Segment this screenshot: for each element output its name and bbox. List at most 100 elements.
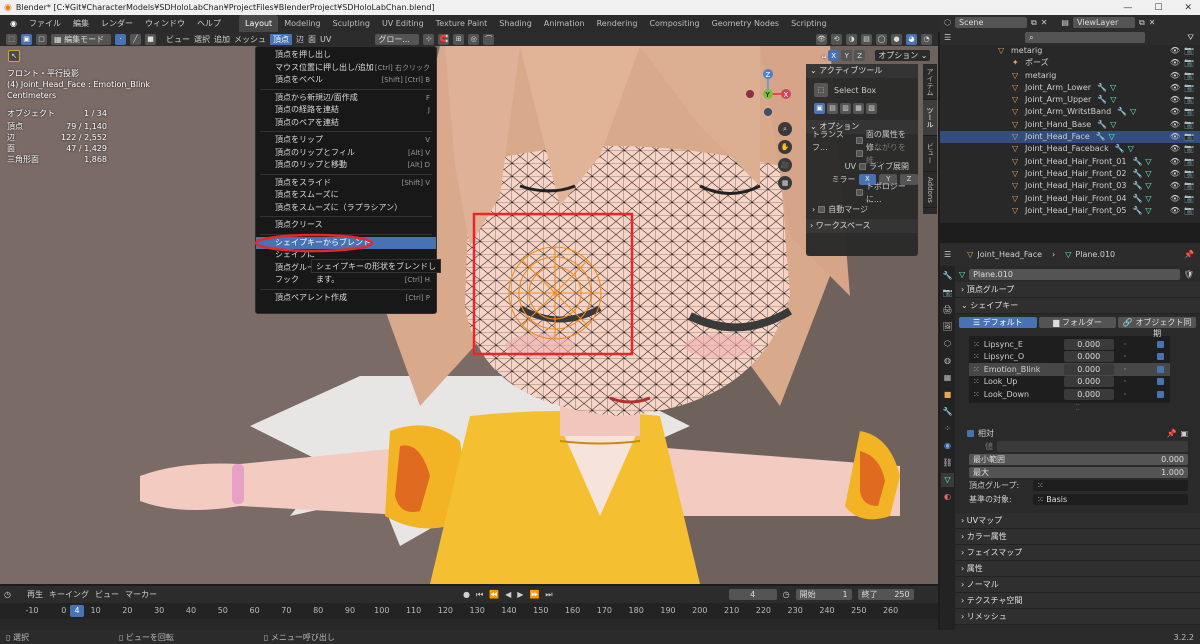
shape-key-row[interactable]: ⁙ Lipsync_E 0.000 · <box>969 338 1170 351</box>
outliner-item[interactable]: ▽ Joint_Arm_Upper 🔧 ▽ 👁 📷 <box>940 94 1200 106</box>
topology-mirror-checkbox[interactable] <box>856 189 863 196</box>
eye-icon[interactable]: 👁 <box>1170 205 1180 217</box>
shape-key-row[interactable]: ⁙ Look_Up 0.000 · <box>969 376 1170 389</box>
tab-uv-editing[interactable]: UV Editing <box>376 15 430 32</box>
property-section[interactable]: › UVマップ <box>955 512 1200 529</box>
value-field[interactable] <box>997 440 1188 452</box>
3d-viewport[interactable]: Z X Y ⌕ ✋ 🎥 ▦ ⧢ X Y Z オプション ⌄ ↖ <box>0 46 938 584</box>
camera-render-icon[interactable]: 📷 <box>1184 57 1194 69</box>
modifier-tab-icon[interactable]: 🔧 <box>943 405 953 419</box>
menu-item[interactable]: 頂点のリップと移動 [Alt] D <box>256 159 436 172</box>
select-box-tool-icon[interactable]: ⬚ <box>814 83 828 97</box>
gizmo-icon[interactable]: ⟲ <box>831 33 842 45</box>
visibility-icon[interactable]: 👁 <box>816 33 827 45</box>
close-icon[interactable]: ✕ <box>1184 3 1192 13</box>
eye-icon[interactable]: 👁 <box>1170 57 1180 69</box>
camera-icon[interactable]: 🎥 <box>778 158 792 172</box>
shading-rendered-icon[interactable]: ◔ <box>921 33 932 45</box>
menu-file[interactable]: ファイル <box>23 15 67 32</box>
camera-render-icon[interactable]: 📷 <box>1184 106 1194 118</box>
proportional-edit-icon[interactable]: ◎ <box>468 33 480 45</box>
editor-type-icon[interactable]: ⬚ <box>6 33 17 45</box>
menu-vertex[interactable]: 頂点 <box>270 33 292 45</box>
sidebar-tab-view[interactable]: ビュー <box>923 136 937 172</box>
tab-sculpting[interactable]: Sculpting <box>327 15 376 32</box>
sk-tab-folder[interactable]: ▆ フォルダー <box>1038 316 1117 328</box>
end-frame-field[interactable]: 終了 250 <box>857 589 914 600</box>
shape-key-mute-checkbox[interactable] <box>1157 353 1164 361</box>
mode-set-icon[interactable]: ▣ <box>814 102 825 114</box>
eye-icon[interactable]: 👁 <box>1170 193 1180 205</box>
outliner-item[interactable]: ▽ Joint_Arm_Lower 🔧 ▽ 👁 📷 <box>940 82 1200 94</box>
menu-uv[interactable]: UV <box>320 35 331 44</box>
pin-shape-icon[interactable]: 📌 <box>1166 429 1176 438</box>
property-section[interactable]: › リメッシュ <box>955 608 1200 625</box>
menu-item[interactable]: 頂点ペアレント作成 [Ctrl] P <box>256 292 436 305</box>
property-section[interactable]: › フェイスマップ <box>955 544 1200 561</box>
shape-key-value[interactable]: 0.000 <box>1063 351 1114 363</box>
outliner-item[interactable]: ▽ metarig 👁 📷 <box>940 45 1200 57</box>
tab-geometry-nodes[interactable]: Geometry Nodes <box>706 15 785 32</box>
camera-render-icon[interactable]: 📷 <box>1184 168 1194 180</box>
outliner-item[interactable]: ✦ ポーズ 👁 📷 <box>940 57 1200 69</box>
range-min-field[interactable]: 最小範囲 0.000 <box>969 453 1188 465</box>
eye-icon[interactable]: 👁 <box>1170 156 1180 168</box>
timeline-ruler[interactable]: -10 0 10 20 30 40 50 60 70 80 90 100 110 120 130 140 150… <box>0 603 938 619</box>
object-tab-icon[interactable]: ■ <box>944 388 952 402</box>
data-tab-icon[interactable]: ▽ <box>941 473 954 487</box>
mirror-z-toggle[interactable]: Z <box>854 50 866 61</box>
next-key-icon[interactable]: ⏩ <box>529 590 539 599</box>
shape-key-row[interactable]: ⁙ Emotion_Blink 0.000 · <box>969 363 1170 376</box>
shape-keys-section[interactable]: ⌄ シェイプキー <box>955 298 1200 314</box>
shape-key-value[interactable]: 0.000 <box>1063 363 1114 375</box>
menu-view[interactable]: ビュー <box>166 34 190 45</box>
sidebar-tab-item[interactable]: アイテム <box>923 64 937 100</box>
camera-render-icon[interactable]: 📷 <box>1184 119 1194 131</box>
camera-render-icon[interactable]: 📷 <box>1184 82 1194 94</box>
xray-icon[interactable]: ▤ <box>861 33 872 45</box>
sidebar-tab-addons[interactable]: Addons <box>923 172 937 208</box>
scene-selector[interactable]: Scene <box>954 17 1027 28</box>
start-frame-field[interactable]: 開始 1 <box>795 589 852 600</box>
sk-tab-object-sync[interactable]: 🔗 オブジェクト同期 <box>1118 316 1197 338</box>
shape-key-value[interactable]: 0.000 <box>1063 338 1114 350</box>
camera-render-icon[interactable]: 📷 <box>1184 131 1194 143</box>
edge-select-icon[interactable]: ╱ <box>130 33 141 45</box>
shape-key-list[interactable]: ⁙ Lipsync_E 0.000 · ⁙ Lipsync_O 0.000 · ⁙ Emotion… <box>969 336 1170 403</box>
relative-checkbox[interactable] <box>967 429 974 437</box>
mesh-name-field[interactable]: Plane.010 <box>969 268 1180 280</box>
eye-icon[interactable]: 👁 <box>1170 131 1180 143</box>
menu-render[interactable]: レンダー <box>95 15 139 32</box>
menu-face[interactable]: 面 <box>308 34 316 45</box>
vertex-groups-section[interactable]: › 頂点グループ <box>955 282 1200 298</box>
mode-extend-icon[interactable]: ▤ <box>827 102 838 114</box>
tab-texture-paint[interactable]: Texture Paint <box>430 15 494 32</box>
eye-icon[interactable]: 👁 <box>1170 106 1180 118</box>
editor-type-icon[interactable]: ☰ <box>944 33 951 42</box>
shape-key-value[interactable]: 0.000 <box>1063 388 1114 400</box>
sk-tab-default[interactable]: ☰ デフォルト <box>959 316 1037 328</box>
transform-orientation[interactable]: グロー... <box>375 33 420 45</box>
outliner-item[interactable]: ▽ Joint_Head_Hair_Front_05 🔧 ▽ 👁 📷 <box>940 205 1200 217</box>
menu-item[interactable]: 頂点をスライド [Shift] V <box>256 177 436 190</box>
keep-connected-checkbox[interactable] <box>856 150 863 157</box>
eye-icon[interactable]: 👁 <box>1170 119 1180 131</box>
camera-render-icon[interactable]: 📷 <box>1184 205 1194 217</box>
camera-render-icon[interactable]: 📷 <box>1184 156 1194 168</box>
property-section[interactable]: › ノーマル <box>955 576 1200 593</box>
outliner-item[interactable]: ▽ Joint_Head_Faceback 🔧 ▽ 👁 📷 <box>940 143 1200 155</box>
filter-icon[interactable]: ⛛ <box>1187 33 1194 43</box>
property-section[interactable]: › カラー属性 <box>955 528 1200 545</box>
jump-start-icon[interactable]: ⏮ <box>476 590 483 600</box>
camera-render-icon[interactable]: 📷 <box>1184 45 1194 57</box>
eye-icon[interactable]: 👁 <box>1170 143 1180 155</box>
eye-icon[interactable]: 👁 <box>1170 94 1180 106</box>
collection-tab-icon[interactable]: ▦ <box>944 371 952 385</box>
camera-render-icon[interactable]: 📷 <box>1184 180 1194 192</box>
maximize-icon[interactable]: ☐ <box>1154 3 1162 13</box>
automerge-checkbox[interactable] <box>818 206 826 213</box>
output-tab-icon[interactable]: 🖨 <box>942 303 952 317</box>
material-tab-icon[interactable]: ◐ <box>944 490 951 504</box>
tab-shading[interactable]: Shading <box>493 15 538 32</box>
overlay-icon[interactable]: ◑ <box>846 33 857 45</box>
